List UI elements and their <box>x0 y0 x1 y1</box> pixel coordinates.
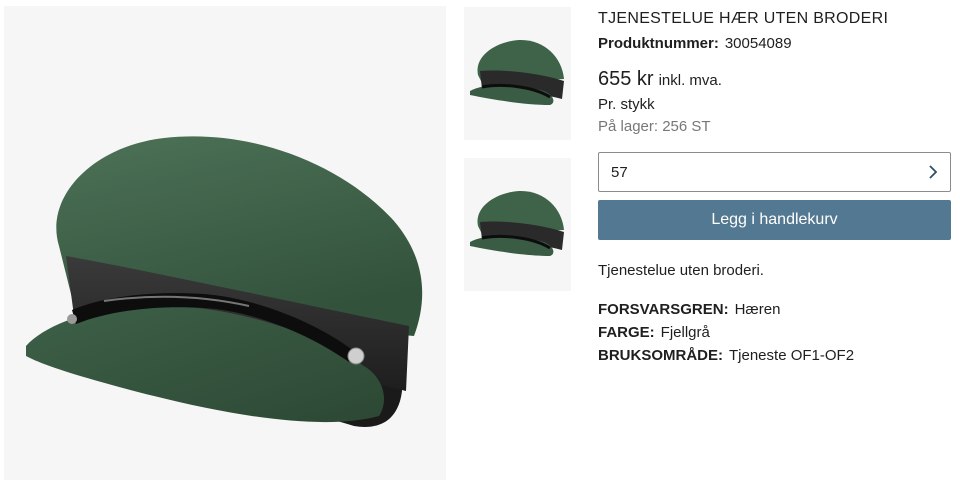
add-to-cart-button[interactable]: Legg i handlekurv <box>598 200 951 240</box>
price-unit: Pr. stykk <box>598 96 655 113</box>
price-amount: 655 kr <box>598 68 654 90</box>
attribute-key: FARGE: <box>598 324 655 341</box>
thumbnail-1[interactable] <box>464 7 571 140</box>
product-title: TJENESTELUE HÆR UTEN BRODERI <box>598 10 889 27</box>
product-number-value: 30054089 <box>724 35 792 52</box>
price: 655 kr inkl. mva. <box>598 68 722 91</box>
product-attributes: FORSVARSGREN: Hæren FARGE: Fjellgrå BRUKSO… <box>598 298 854 367</box>
size-select-value: 57 <box>611 163 628 181</box>
attribute-value: Hæren <box>734 301 781 318</box>
attribute-row: FORSVARSGREN: Hæren <box>598 298 854 321</box>
product-number-label: Produktnummer: <box>598 35 719 52</box>
main-product-image <box>4 6 446 480</box>
chevron-right-icon <box>928 164 938 180</box>
attribute-key: BRUKSOMRÅDE: <box>598 347 723 364</box>
attribute-row: BRUKSOMRÅDE: Tjeneste OF1-OF2 <box>598 344 854 367</box>
attribute-value: Fjellgrå <box>660 324 710 341</box>
attribute-key: FORSVARSGREN: <box>598 301 729 318</box>
attribute-row: FARGE: Fjellgrå <box>598 321 854 344</box>
product-description: Tjenestelue uten broderi. <box>598 262 764 279</box>
product-number: Produktnummer: 30054089 <box>598 35 792 52</box>
stock-status: På lager: 256 ST <box>598 118 711 135</box>
attribute-value: Tjeneste OF1-OF2 <box>729 347 855 364</box>
thumbnail-2[interactable] <box>464 158 571 291</box>
size-select[interactable]: 57 <box>598 152 951 192</box>
price-vat: inkl. mva. <box>658 72 722 89</box>
